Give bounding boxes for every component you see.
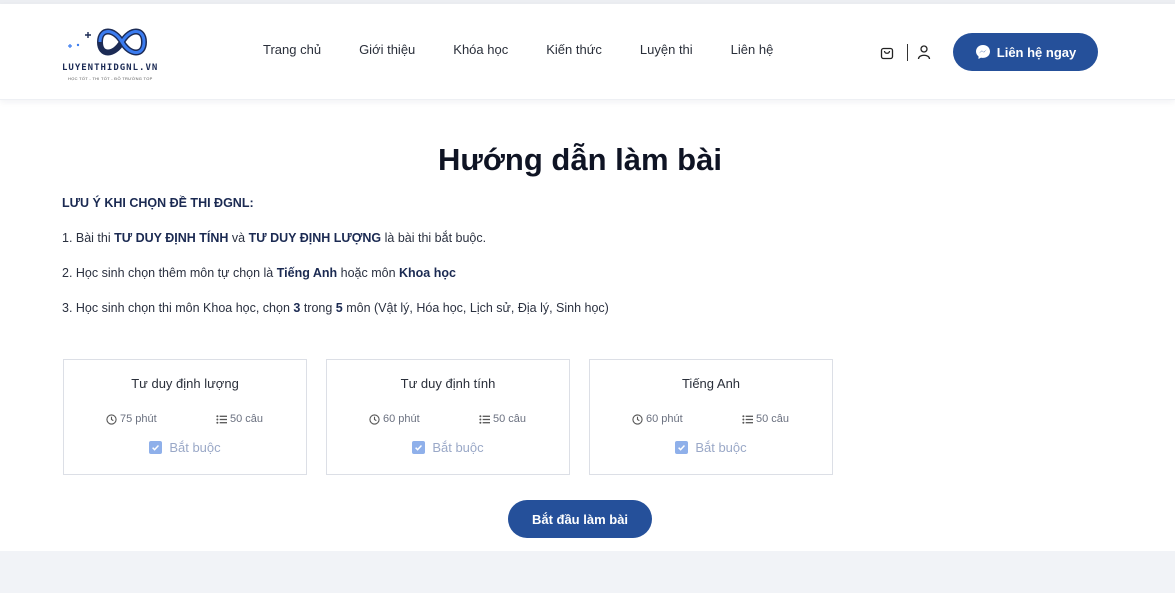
clock-icon [632,413,643,425]
logo-wordmark: LUYENTHIDGNL.VN [62,63,159,73]
exam-duration-text: 60 phút [646,413,683,425]
required-indicator: Bắt buộc [327,440,569,455]
line3-bold-2: 5 [335,301,343,315]
note-title: LƯU Ý KHI CHỌN ĐỀ THI ĐGNL: [62,196,254,210]
line3-text-d: môn (Vật lý, Hóa học, Lịch sử, Địa lý, S… [342,301,609,315]
instruction-line-2: 2. Học sinh chọn thêm môn tự chọn là Tiế… [62,266,456,280]
header-divider [907,44,908,61]
line2-text-a: 2. Học sinh chọn thêm môn tự chọn là [62,266,277,280]
required-indicator: Bắt buộc [64,440,306,455]
exam-question-count-text: 50 câu [756,413,790,425]
exam-duration-text: 60 phút [383,413,420,425]
nav-item-contact[interactable]: Liên hệ [731,42,774,62]
logo-tagline: HỌC TỐT - THI TỐT - ĐỖ TRƯỜNG TOP [68,76,153,81]
line1-bold-2: TƯ DUY ĐỊNH LƯỢNG [248,231,382,245]
required-label: Bắt buộc [695,440,747,455]
contact-now-label: Liên hệ ngay [996,44,1077,60]
exam-duration-text: 75 phút [120,413,157,425]
page-title: Hướng dẫn làm bài [438,142,722,177]
exam-question-count: 50 câu [216,413,263,425]
main-nav: Trang chủ Giới thiệu Khóa học Kiến thức … [263,42,811,62]
checkbox-checked-icon [149,441,163,454]
checkbox-checked-icon [412,441,426,454]
clock-icon [106,413,117,425]
start-exam-button[interactable]: Bắt đầu làm bài [508,500,652,538]
exam-card-quantitative[interactable]: Tư duy định lượng 75 phút 50 câu Bắt buộ… [63,359,307,475]
exam-card-title: Tư duy định tính [400,376,496,391]
exam-question-count: 50 câu [742,413,789,425]
nav-item-knowledge[interactable]: Kiến thức [546,42,602,62]
exam-question-count: 50 câu [479,413,526,425]
required-indicator: Bắt buộc [590,440,832,455]
required-label: Bắt buộc [432,440,484,455]
line3-text-c: trong [300,301,336,315]
line1-text-d: là bài thi bắt buộc. [381,231,487,245]
checkbox-checked-icon [675,441,689,454]
contact-now-button[interactable]: Liên hệ ngay [953,33,1098,71]
nav-item-exam-practice[interactable]: Luyện thi [640,42,693,62]
line1-text-c: và [228,231,249,245]
instruction-line-1: 1. Bài thi TƯ DUY ĐỊNH TÍNH và TƯ DUY ĐỊ… [62,231,486,245]
infinity-logo-icon [68,28,148,56]
exam-duration: 60 phút [632,413,683,425]
nav-item-about[interactable]: Giới thiệu [359,42,415,62]
user-icon[interactable] [916,44,932,60]
line2-text-c: hoặc môn [337,266,399,280]
line2-bold-1: Tiếng Anh [276,266,338,280]
exam-card-english[interactable]: Tiếng Anh 60 phút 50 câu Bắt buộc [589,359,833,475]
nav-item-courses[interactable]: Khóa học [453,42,508,62]
exam-card-qualitative[interactable]: Tư duy định tính 60 phút 50 câu Bắt buộc [326,359,570,475]
cart-icon[interactable] [879,44,895,60]
line1-bold-1: TƯ DUY ĐỊNH TÍNH [114,231,229,245]
exam-question-count-text: 50 câu [493,413,527,425]
list-icon [742,414,753,424]
instruction-line-3: 3. Học sinh chọn thi môn Khoa học, chọn … [62,301,609,315]
nav-item-home[interactable]: Trang chủ [263,42,321,62]
list-icon [479,414,490,424]
exam-question-count-text: 50 câu [230,413,264,425]
clock-icon [369,413,380,425]
site-header: LUYENTHIDGNL.VN HỌC TỐT - THI TỐT - ĐỖ T… [0,4,1175,100]
exam-card-title: Tư duy định lượng [131,376,239,391]
exam-duration: 75 phút [106,413,157,425]
messenger-icon [975,45,990,59]
exam-duration: 60 phút [369,413,420,425]
line1-text-a: 1. Bài thi [62,231,115,245]
list-icon [216,414,227,424]
exam-card-title: Tiếng Anh [681,376,741,391]
site-logo[interactable]: LUYENTHIDGNL.VN HỌC TỐT - THI TỐT - ĐỖ T… [62,22,172,86]
line3-text-a: 3. Học sinh chọn thi môn Khoa học, chọn [62,301,294,315]
required-label: Bắt buộc [169,440,221,455]
footer-band [0,551,1175,593]
line2-bold-2: Khoa học [399,266,456,280]
